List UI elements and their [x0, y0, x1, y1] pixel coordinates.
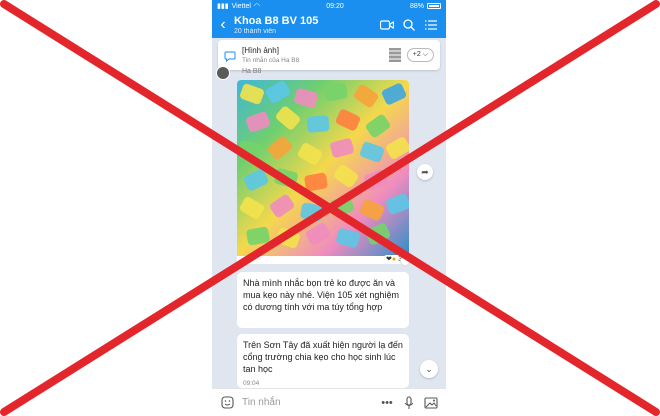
pinned-title: [Hình ảnh]	[242, 46, 279, 55]
battery-icon	[427, 3, 441, 9]
chat-title: Khoa B8 BV 105	[234, 14, 319, 27]
share-icon[interactable]: ➦	[417, 164, 433, 180]
more-icon[interactable]: •••	[380, 396, 394, 410]
chat-bubble-icon	[224, 49, 236, 63]
search-icon[interactable]	[402, 18, 416, 32]
image-message[interactable]: ❤● 3	[237, 80, 409, 264]
chat-header: ‹ Khoa B8 BV 105 20 thành viên	[212, 12, 446, 38]
member-count: 20 thành viên	[234, 27, 277, 35]
pinned-thumbnail	[388, 48, 401, 62]
pinned-message[interactable]: [Hình ảnh] Tin nhắn của Ha B8 +2 ⌵	[218, 40, 440, 70]
video-call-icon[interactable]	[380, 18, 394, 32]
scroll-down-icon[interactable]: ⌄	[420, 360, 438, 378]
sticker-icon[interactable]	[220, 396, 234, 410]
pinned-more-button[interactable]: +2 ⌵	[406, 48, 434, 62]
wifi-icon: ◠	[253, 3, 261, 10]
chat-title-group[interactable]: Khoa B8 BV 105 20 thành viên	[234, 15, 380, 36]
pinned-subtitle: Tin nhắn của Ha B8	[242, 57, 300, 64]
message-text: Nhà mình nhắc bọn trẻ ko được ăn và mua …	[243, 278, 399, 312]
text-message[interactable]: Nhà mình nhắc bọn trẻ ko được ăn và mua …	[237, 272, 409, 328]
clock: 09:20	[326, 2, 344, 10]
menu-icon[interactable]	[424, 18, 438, 32]
back-icon[interactable]: ‹	[212, 12, 234, 38]
image-icon[interactable]	[424, 396, 438, 410]
message-text: Trên Sơn Tây đã xuất hiện người lạ đến c…	[243, 340, 403, 374]
signal-icon: ▮▮▮	[217, 3, 229, 10]
status-bar: ▮▮▮ Viettel ◠ 09:20 88%	[212, 0, 446, 12]
react-button[interactable]	[400, 256, 410, 266]
message-input-bar: Tin nhắn •••	[212, 388, 446, 416]
message-input[interactable]: Tin nhắn	[242, 397, 372, 408]
candy-photo[interactable]	[237, 80, 409, 256]
battery-percent: 88%	[409, 2, 424, 10]
sender-name: Ha B8	[242, 68, 262, 75]
chat-screen: ▮▮▮ Viettel ◠ 09:20 88% ‹ Khoa B8 BV 105…	[212, 0, 446, 416]
microphone-icon[interactable]	[402, 395, 416, 410]
avatar[interactable]	[216, 66, 230, 80]
text-message[interactable]: Trên Sơn Tây đã xuất hiện người lạ đến c…	[237, 334, 409, 388]
carrier-label: Viettel	[231, 2, 251, 10]
